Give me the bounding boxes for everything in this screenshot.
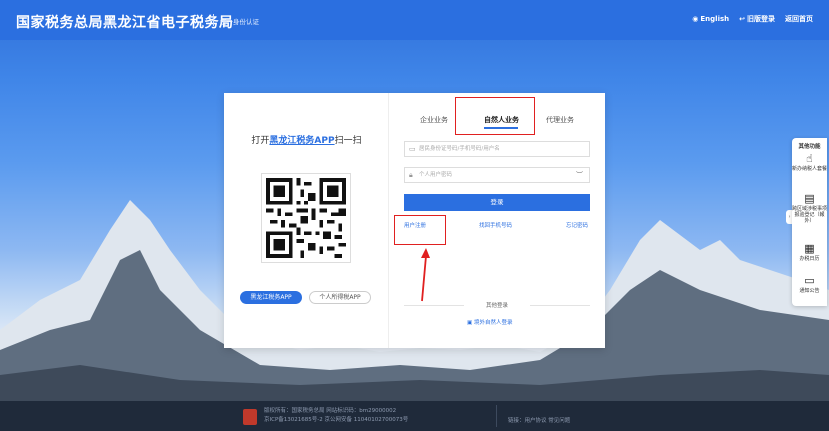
sidebar-item-new-taxpayer[interactable]: ☝ 新办纳税人套餐 bbox=[792, 152, 827, 172]
document-icon: ▤ bbox=[804, 192, 815, 205]
site-subtitle: 统一身份认证 bbox=[220, 18, 259, 26]
globe-icon: ◉ bbox=[692, 15, 699, 23]
id-card-icon: ▭ bbox=[409, 145, 416, 153]
footer: 版权所有：国家税务总局 网站标识码：bm29000002 京ICP备130216… bbox=[0, 401, 829, 431]
account-input[interactable]: ▭ 居民身份证号码/手机号码/用户名 bbox=[404, 141, 590, 157]
tab-agency[interactable]: 代理业务 bbox=[546, 115, 574, 125]
sidebar-item-tax-calendar[interactable]: ▦ 办税日历 bbox=[792, 242, 827, 262]
tax-emblem-icon bbox=[243, 409, 257, 425]
id-card-icon: ▣ bbox=[467, 320, 474, 326]
footer-divider bbox=[496, 405, 497, 427]
header-links: ◉ English ↩ 旧版登录 返回首页 bbox=[692, 14, 813, 24]
recover-phone-link[interactable]: 找回手机号码 bbox=[479, 221, 512, 229]
forgot-password-link[interactable]: 忘记密码 bbox=[566, 221, 588, 229]
other-login-title: 其他登录 bbox=[404, 301, 590, 309]
other-functions-sidebar: 其他功能 ☝ 新办纳税人套餐 ▤ 跨区域涉税事项报验登记（報外） ▦ 办税日历 … bbox=[792, 138, 827, 306]
highlight-box-register bbox=[394, 215, 446, 245]
tab-enterprise[interactable]: 企业业务 bbox=[420, 115, 448, 125]
qr-title: 打开黑龙江税务APP扫一扫 bbox=[251, 136, 362, 146]
heilongjiang-tax-app-button[interactable]: 黑龙江税务APP bbox=[240, 291, 302, 304]
calendar-icon: ▦ bbox=[804, 242, 815, 255]
footer-icp: 京ICP备13021685号-2 京公网安备 11040102700073号 bbox=[264, 417, 409, 423]
sidebar-title: 其他功能 bbox=[798, 144, 821, 150]
eye-toggle-icon[interactable]: ︶ bbox=[576, 168, 583, 182]
return-icon: ↩ bbox=[739, 15, 745, 23]
qr-panel: 打开黑龙江税务APP扫一扫 黑龙江税务APP 个人所得税APP bbox=[224, 93, 389, 348]
header-bar: 国家税务总局黑龙江省电子税务局 统一身份认证 ◉ English ↩ 旧版登录 返回… bbox=[0, 0, 829, 40]
header-divider bbox=[213, 14, 214, 26]
old-login-link[interactable]: ↩ 旧版登录 bbox=[739, 14, 775, 24]
home-link[interactable]: 返回首页 bbox=[785, 14, 813, 24]
red-arrow-icon bbox=[421, 248, 430, 302]
overseas-natural-person-login[interactable]: ▣ 境外自然人登录 bbox=[467, 318, 512, 326]
sidebar-item-cross-region[interactable]: ▤ 跨区域涉税事项报验登记（報外） bbox=[792, 192, 827, 224]
sidebar-item-notices[interactable]: ▭ 通知公告 bbox=[792, 274, 827, 294]
footer-links[interactable]: 链接：用户协议 常见问题 bbox=[508, 416, 570, 424]
hand-pointer-icon: ☝ bbox=[806, 152, 813, 165]
footer-copyright: 版权所有：国家税务总局 网站标识码：bm29000002 bbox=[264, 408, 397, 414]
notice-icon: ▭ bbox=[804, 274, 815, 287]
highlight-box-tab bbox=[455, 97, 535, 135]
login-button[interactable]: 登录 bbox=[404, 194, 590, 211]
password-input[interactable]: 🔒︎ 个人用户密码 ︶ bbox=[404, 167, 590, 183]
login-card: 打开黑龙江税务APP扫一扫 黑龙江税务APP 个人所得税APP 企业业务 自然人… bbox=[224, 93, 605, 348]
english-link[interactable]: ◉ English bbox=[692, 15, 729, 23]
qr-code bbox=[261, 173, 351, 263]
personal-income-tax-app-button[interactable]: 个人所得税APP bbox=[309, 291, 371, 304]
site-title: 国家税务总局黑龙江省电子税务局 bbox=[16, 15, 234, 31]
lock-icon: 🔒︎ bbox=[409, 171, 413, 179]
